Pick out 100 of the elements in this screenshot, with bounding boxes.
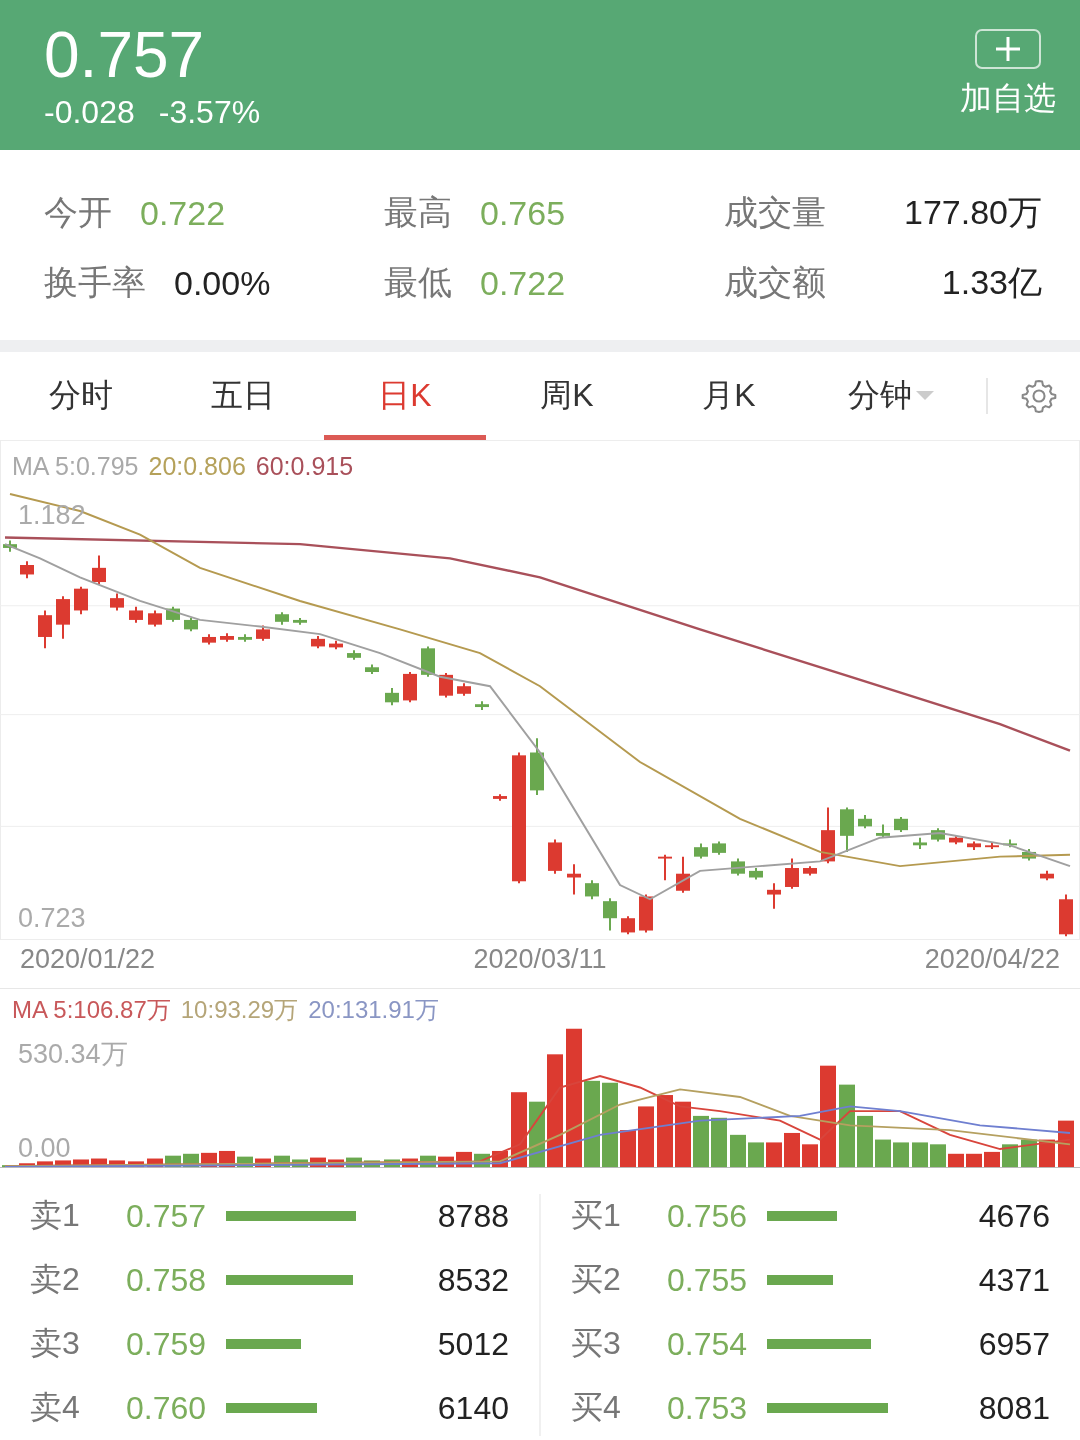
order-level-label: 买1 — [571, 1196, 622, 1235]
stat-label: 成交额 — [724, 262, 826, 303]
candlestick — [202, 633, 216, 646]
order-level-label: 卖1 — [30, 1196, 81, 1235]
order-price: 0.757 — [126, 1197, 208, 1235]
date-label: 2020/01/22 — [20, 944, 156, 976]
order-price: 0.759 — [126, 1325, 208, 1363]
candlestick — [530, 737, 544, 797]
volume-min-label: 0.00 — [18, 1133, 71, 1164]
order-price: 0.753 — [667, 1389, 749, 1427]
candlestick — [493, 793, 507, 802]
candlestick — [184, 617, 198, 633]
candlestick — [712, 840, 726, 856]
candlestick — [56, 595, 70, 640]
stat-value: 1.33亿 — [941, 262, 1042, 303]
plus-icon — [975, 29, 1041, 69]
candlestick — [785, 857, 799, 890]
chart-period-tab[interactable]: 周K — [486, 352, 648, 440]
candlestick — [949, 834, 963, 846]
order-volume: 6140 — [436, 1389, 509, 1427]
chart-period-tab[interactable]: 分时 — [0, 352, 162, 440]
chart-low-label: 0.723 — [18, 903, 86, 934]
candlestick — [621, 915, 635, 936]
stat-label: 换手率 — [44, 262, 146, 303]
candlestick — [858, 814, 872, 830]
volume-bar — [55, 1160, 71, 1168]
volume-bar — [875, 1139, 891, 1168]
volume-bar — [638, 1106, 654, 1168]
order-price: 0.758 — [126, 1261, 208, 1299]
settings-icon[interactable] — [1020, 377, 1058, 415]
candlestick — [439, 671, 453, 699]
candlestick — [913, 836, 927, 851]
candlestick — [840, 806, 854, 853]
candlestick — [894, 815, 908, 834]
chart-period-tab[interactable]: 日K — [324, 352, 486, 440]
candlestick — [347, 649, 361, 661]
candlestick — [293, 617, 307, 626]
order-volume: 8788 — [436, 1197, 509, 1235]
candlestick — [403, 671, 417, 704]
order-level-label: 卖3 — [30, 1324, 81, 1363]
stat-label: 今开 — [44, 192, 112, 233]
candlestick — [876, 823, 890, 839]
order-volume-bar — [767, 1211, 837, 1221]
candlestick — [385, 687, 399, 707]
candlestick — [567, 863, 581, 896]
candlestick — [585, 879, 599, 901]
stat-label: 最高 — [384, 192, 452, 233]
candlestick — [275, 611, 289, 626]
candlestick — [110, 592, 124, 612]
volume-average-legend: MA 5:106.87万 — [12, 994, 171, 1026]
stat-value: 0.722 — [480, 263, 566, 303]
candlestick — [931, 827, 945, 843]
chart-period-tab[interactable]: 五日 — [162, 352, 324, 440]
volume-bar — [292, 1159, 308, 1168]
chart-period-tab[interactable]: 月K — [648, 352, 810, 440]
candlestick — [220, 632, 234, 643]
stat-value: 177.80万 — [904, 192, 1042, 233]
volume-bar — [748, 1142, 764, 1168]
volume-bar — [255, 1158, 271, 1168]
volume-bar — [364, 1160, 380, 1168]
volume-bar — [346, 1157, 362, 1168]
candlestick — [92, 554, 106, 585]
candlestick — [603, 897, 617, 932]
volume-average-legend: 10:93.29万 — [180, 994, 299, 1026]
volume-bar — [693, 1115, 709, 1168]
order-level-label: 买3 — [571, 1324, 622, 1363]
candlestick — [749, 867, 763, 881]
volume-bar — [675, 1101, 691, 1168]
candlestick — [311, 635, 325, 650]
candlestick — [475, 700, 489, 711]
volume-bar — [784, 1132, 800, 1168]
date-label: 2020/03/11 — [473, 944, 607, 976]
price-change: -0.028 — [44, 93, 135, 131]
volume-bar — [893, 1142, 909, 1168]
order-volume: 4676 — [977, 1197, 1050, 1235]
candlestick — [1003, 838, 1017, 849]
candlestick — [3, 539, 17, 553]
volume-bar — [802, 1144, 818, 1168]
candlestick — [803, 865, 817, 877]
stat-value: 0.722 — [140, 193, 226, 233]
candlestick — [767, 882, 781, 910]
volume-bar — [711, 1117, 727, 1168]
candlestick — [421, 645, 435, 678]
candlestick — [1059, 893, 1073, 938]
volume-bar — [1002, 1144, 1018, 1168]
volume-bar — [766, 1142, 782, 1168]
candlestick — [967, 840, 981, 851]
stat-label: 最低 — [384, 262, 452, 303]
candlestick — [365, 663, 379, 675]
candlestick — [639, 893, 653, 934]
candlestick — [329, 639, 343, 651]
candlestick — [238, 633, 252, 643]
date-label: 2020/04/22 — [924, 944, 1060, 976]
candlestick — [676, 855, 690, 894]
stat-label: 成交量 — [724, 192, 826, 233]
stat-value: 0.00% — [174, 263, 271, 303]
order-level-label: 买2 — [571, 1260, 622, 1299]
percent-change: -3.57% — [158, 93, 261, 131]
order-volume: 8532 — [436, 1261, 509, 1299]
chart-period-tab[interactable]: 分钟 — [810, 352, 972, 440]
